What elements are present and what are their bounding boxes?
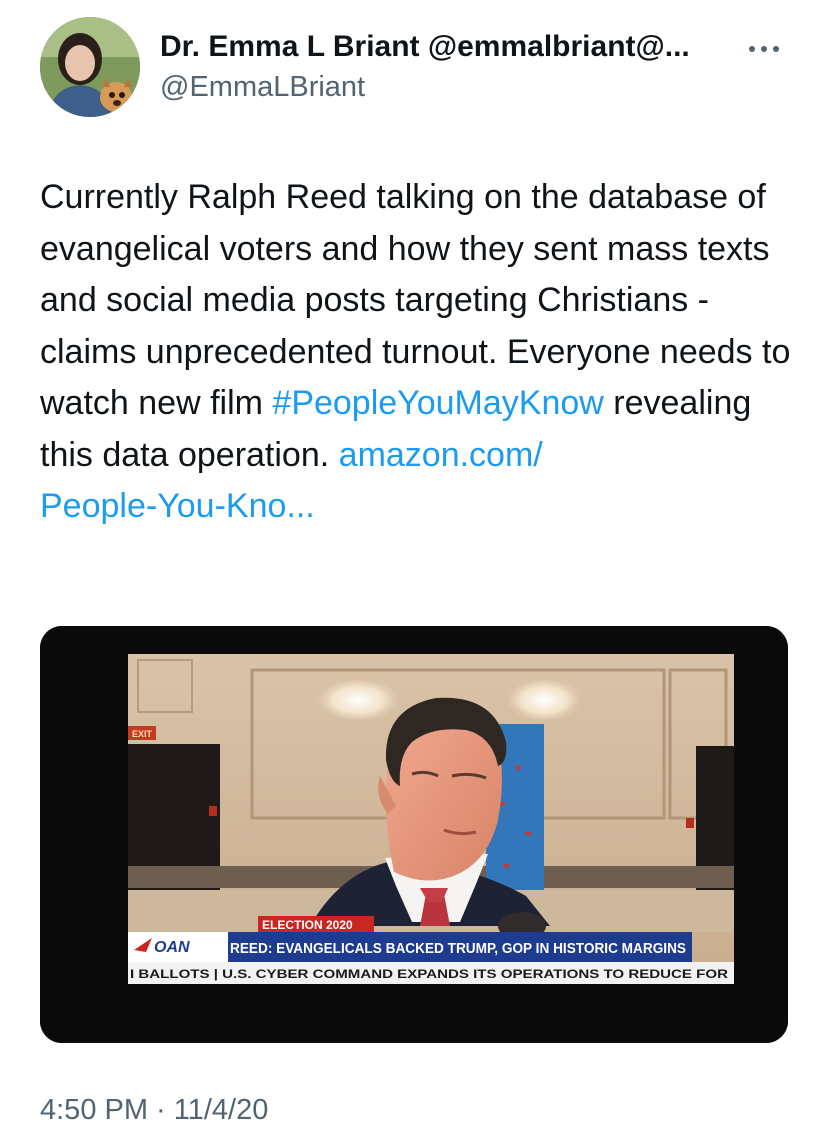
tv-screen-photo: EXIT ELECTION 2020 OAN REED: EVANGELICAL… [40,626,788,1043]
tweet-media-photo[interactable]: EXIT ELECTION 2020 OAN REED: EVANGELICAL… [40,626,788,1043]
exit-sign: EXIT [132,729,153,739]
tweet-header: Dr. Emma L Briant @emmalbriant@... @Emma… [40,17,790,117]
tweet-text: Currently Ralph Reed talking on the data… [40,172,800,533]
author-display-name[interactable]: Dr. Emma L Briant @emmalbriant@... [160,29,740,65]
external-link-line1: amazon.com/ [338,435,543,474]
more-horizontal-icon [749,46,779,52]
external-link-line2: People-You-Kno... [40,487,315,525]
author-handle[interactable]: @EmmaLBriant [160,69,740,105]
profile-avatar[interactable] [40,17,140,117]
news-headline: REED: EVANGELICALS BACKED TRUMP, GOP IN … [230,941,686,957]
avatar-image [40,17,140,117]
hashtag-link[interactable]: #PeopleYouMayKnow [272,384,603,422]
news-ticker: I BALLOTS | U.S. CYBER COMMAND EXPANDS I… [130,969,729,981]
author-names: Dr. Emma L Briant @emmalbriant@... @Emma… [160,29,740,105]
tweet-timestamp[interactable]: 4:50 PM · 11/4/20 [40,1092,268,1128]
network-logo: OAN [154,939,190,956]
more-options-button[interactable] [744,39,784,59]
election-banner-label: ELECTION 2020 [262,918,353,932]
